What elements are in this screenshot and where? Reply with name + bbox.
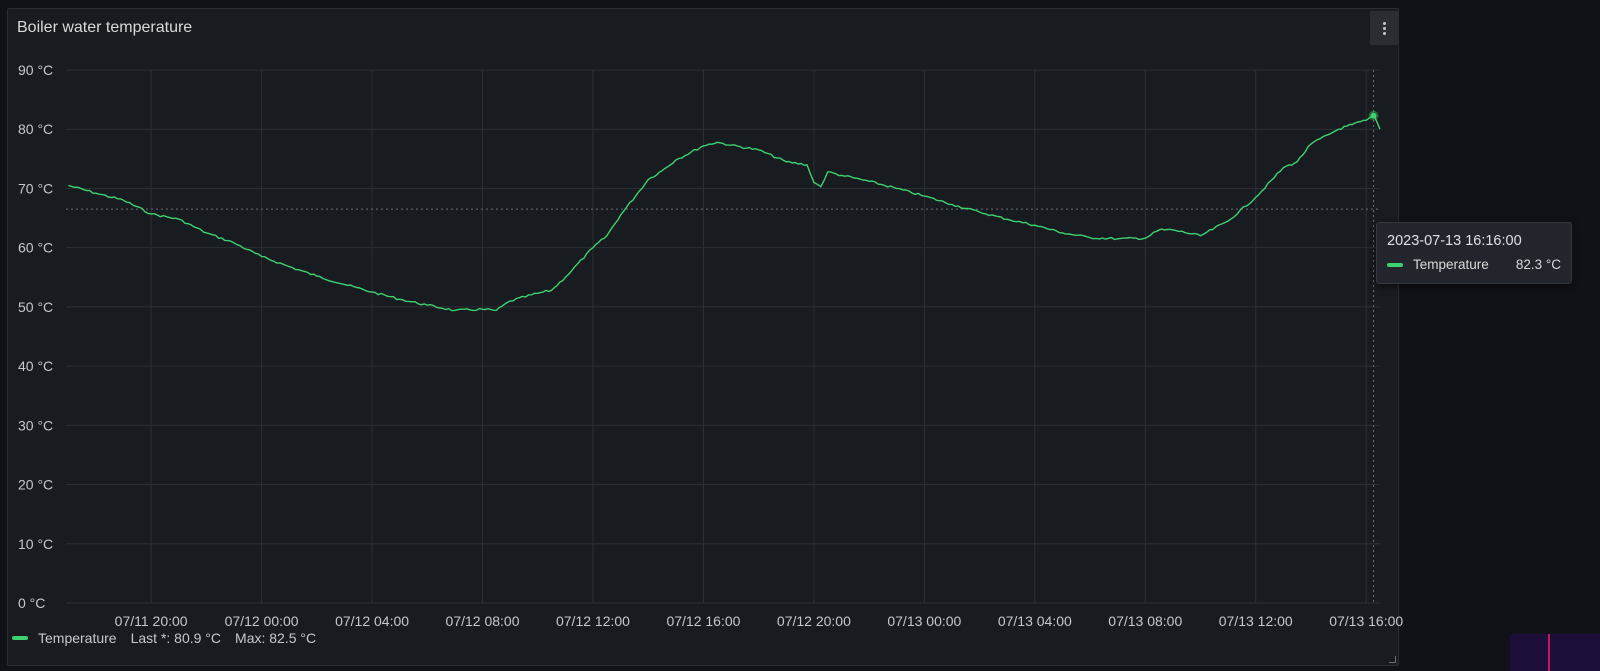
y-tick-label: 70 °C (18, 180, 53, 196)
x-tick-label: 07/12 20:00 (777, 613, 851, 629)
y-tick-label: 10 °C (18, 536, 53, 552)
x-tick-label: 07/13 00:00 (887, 613, 961, 629)
x-tick-label: 07/12 12:00 (556, 613, 630, 629)
x-tick-label: 07/12 16:00 (666, 613, 740, 629)
legend-max-value: Max: 82.5 °C (235, 630, 317, 646)
temperature-chart[interactable]: 0 °C 10 °C 20 °C 30 °C 40 °C 50 °C 60 °C 70 °C 8… (0, 0, 1600, 671)
x-tick-label: 07/12 04:00 (335, 613, 409, 629)
corner-marker (1548, 634, 1550, 671)
x-tick-label: 07/13 12:00 (1219, 613, 1293, 629)
tooltip-time: 2023-07-13 16:16:00 (1387, 233, 1522, 249)
y-tick-label: 0 °C (18, 595, 45, 611)
legend-series-name[interactable]: Temperature (38, 630, 117, 646)
hover-tooltip: 2023-07-13 16:16:00 Temperature 82.3 °C (1376, 222, 1572, 284)
y-tick-label: 50 °C (18, 299, 53, 315)
tooltip-row: Temperature 82.3 °C (1387, 257, 1561, 272)
x-tick-label: 07/13 16:00 (1329, 613, 1403, 629)
x-tick-label: 07/13 08:00 (1108, 613, 1182, 629)
y-tick-label: 60 °C (18, 240, 53, 256)
tooltip-series-name: Temperature (1413, 257, 1489, 272)
chart-legend[interactable]: Temperature Last *: 80.9 °C Max: 82.5 °C (12, 630, 316, 646)
hover-point (1370, 112, 1377, 119)
corner-widget (1510, 634, 1600, 671)
x-tick-label: 07/13 04:00 (998, 613, 1072, 629)
x-tick-label: 07/12 00:00 (225, 613, 299, 629)
y-tick-label: 90 °C (18, 62, 53, 78)
tooltip-value: 82.3 °C (1515, 257, 1561, 272)
x-tick-label: 07/11 20:00 (115, 613, 188, 629)
y-tick-label: 40 °C (18, 358, 53, 374)
tooltip-swatch (1387, 262, 1403, 267)
y-tick-label: 20 °C (18, 477, 53, 493)
series-line-temperature (68, 114, 1381, 312)
y-tick-label: 30 °C (18, 417, 53, 433)
x-tick-label: 07/12 08:00 (446, 613, 520, 629)
y-tick-label: 80 °C (18, 121, 53, 137)
legend-swatch (12, 636, 28, 640)
legend-last-value: Last *: 80.9 °C (130, 630, 222, 646)
